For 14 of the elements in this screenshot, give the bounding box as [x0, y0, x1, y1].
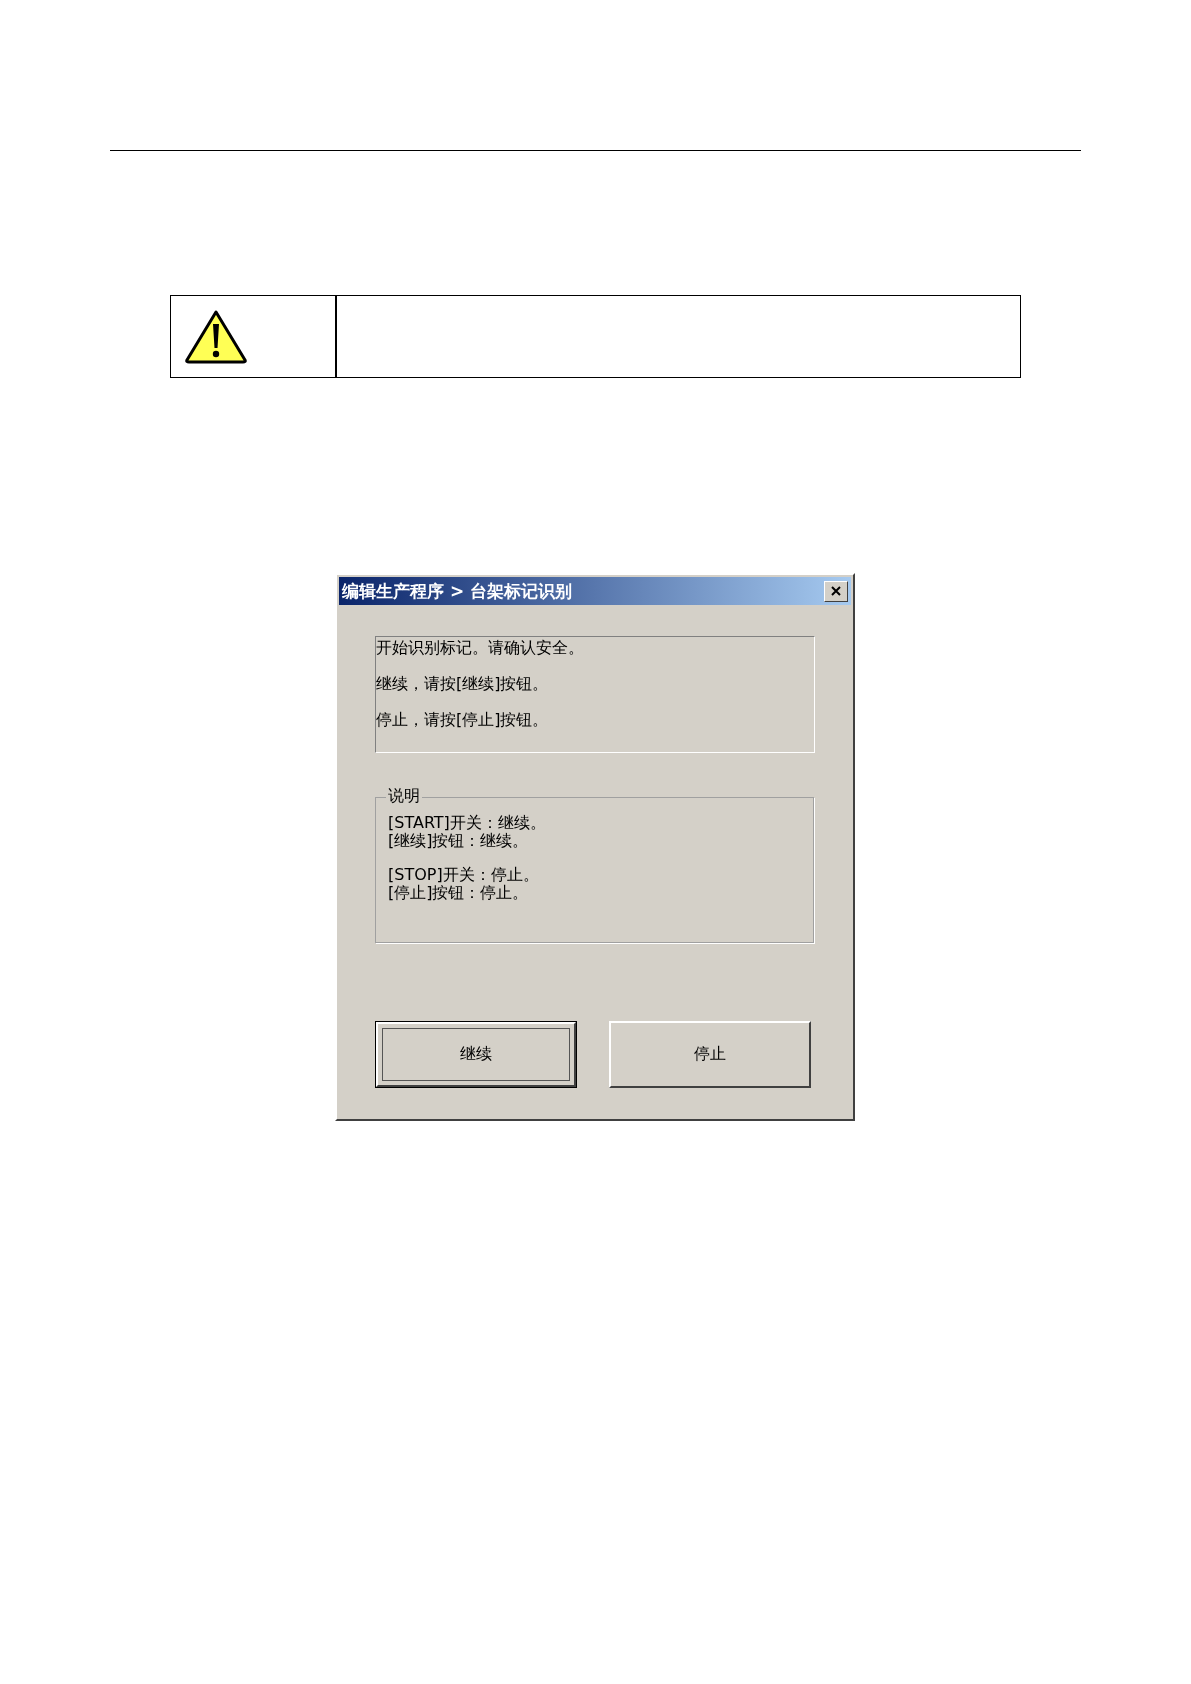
description-text: [继续]按钮：继续。 — [388, 832, 529, 850]
dialog-button[interactable]: 停止 — [609, 1021, 811, 1088]
dialog-button[interactable]: 继续 — [375, 1021, 577, 1088]
close-icon — [831, 586, 841, 596]
group-legend: 说明 — [386, 786, 422, 806]
window-title: 编辑生产程序 > 台架标记识别 — [342, 579, 573, 603]
description-text: [停止]按钮：停止。 — [388, 884, 529, 902]
close-button[interactable] — [824, 580, 848, 602]
message-text: 开始识别标记。请确认安全。 — [376, 637, 584, 659]
message-text: 停止，请按[停止]按钮。 — [376, 709, 549, 731]
description-text: [START]开关：继续。 — [388, 814, 546, 832]
message-text: 继续，请按[继续]按钮。 — [376, 673, 549, 695]
description-text: [STOP]开关：停止。 — [388, 866, 539, 884]
warning-icon — [185, 309, 247, 364]
